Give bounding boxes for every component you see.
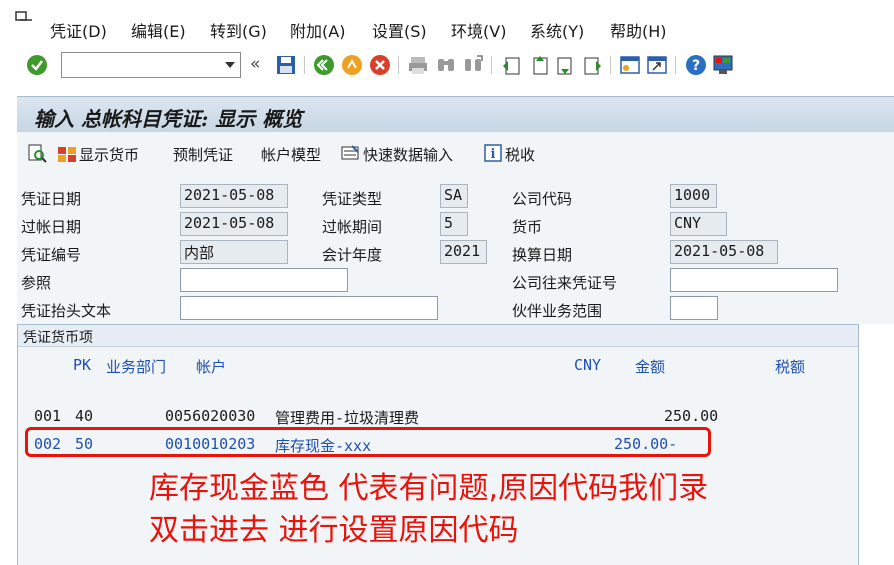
collapse-icon[interactable]: «	[250, 54, 260, 74]
print-icon[interactable]	[407, 54, 429, 76]
toolbar-separator	[491, 56, 492, 74]
tax-button[interactable]: 税收	[505, 144, 535, 165]
col-header-business-area: 业务部门	[106, 358, 167, 376]
doc-number-field[interactable]: 内部	[180, 240, 288, 264]
company-code-label: 公司代码	[512, 190, 573, 208]
highlight-box	[25, 427, 711, 457]
header-text-label: 凭证抬头文本	[21, 302, 112, 320]
layout-icon[interactable]	[712, 54, 734, 76]
panel-title: 凭证货币项	[23, 330, 93, 346]
cross-cc-label: 公司往来凭证号	[512, 274, 618, 292]
toolbar-separator	[610, 56, 611, 74]
doc-number-label: 凭证编号	[21, 246, 82, 264]
display-document-icon[interactable]	[27, 143, 47, 163]
menu-extras[interactable]: 附加(A)	[290, 18, 345, 42]
doc-type-field[interactable]: SA	[440, 184, 468, 208]
check-icon[interactable]	[26, 54, 48, 76]
right-margin	[859, 324, 894, 565]
menu-help[interactable]: 帮助(H)	[610, 18, 667, 42]
col-header-account: 帐户	[196, 358, 227, 376]
show-currency-button[interactable]: 显示货币	[79, 144, 139, 165]
account-model-button[interactable]: 帐户模型	[261, 144, 321, 165]
menu-environment[interactable]: 环境(V)	[451, 18, 506, 42]
toolbar-separator	[398, 56, 399, 74]
fast-entry-icon[interactable]	[340, 143, 360, 163]
menu-system[interactable]: 系统(Y)	[530, 18, 584, 42]
company-code-field[interactable]: 1000	[670, 184, 717, 208]
row-account[interactable]: 0056020030	[165, 407, 255, 425]
line-items-panel: 凭证货币项 PK 业务部门 帐户 CNY 金额 税额 001 40 005602…	[17, 324, 859, 565]
last-page-icon[interactable]	[582, 54, 604, 76]
period-field[interactable]: 5	[440, 212, 468, 236]
prev-page-icon[interactable]	[528, 54, 550, 76]
doc-date-label: 凭证日期	[21, 190, 82, 208]
trading-partner-label: 伙伴业务范围	[512, 302, 603, 320]
menu-bar: 凭证(D) 编辑(E) 转到(G) 附加(A) 设置(S) 环境(V) 系统(Y…	[0, 0, 894, 46]
command-field[interactable]	[61, 52, 241, 78]
col-header-tax: 税额	[775, 358, 806, 376]
title-bar: 输入 总帐科目凭证: 显示 概览	[17, 96, 894, 132]
row-line: 001	[34, 407, 62, 425]
menu-edit[interactable]: 编辑(E)	[131, 18, 186, 42]
currency-field[interactable]: CNY	[670, 212, 727, 236]
period-label: 过帐期间	[322, 218, 383, 236]
fiscal-year-field[interactable]: 2021	[440, 240, 487, 264]
fiscal-year-label: 会计年度	[322, 246, 383, 264]
page-title: 输入 总帐科目凭证: 显示 概览	[34, 107, 303, 131]
currency-icon[interactable]	[57, 143, 77, 163]
save-icon[interactable]	[275, 54, 297, 76]
fast-entry-button[interactable]: 快速数据输入	[363, 144, 453, 165]
currency-label: 货币	[512, 218, 543, 236]
reference-field[interactable]	[180, 268, 348, 292]
toolbar-separator	[304, 56, 305, 74]
col-header-amount: 金额	[635, 358, 666, 376]
doc-type-label: 凭证类型	[322, 190, 383, 208]
annotation-line-2: 双击进去 进行设置原因代码	[149, 513, 519, 548]
application-toolbar: 显示货币 预制凭证 帐户模型 快速数据输入 i 税收	[17, 132, 894, 176]
header-form: 凭证日期 2021-05-08 凭证类型 SA 公司代码 1000 过帐日期 2…	[17, 176, 894, 326]
row-amount: 250.00	[664, 407, 719, 425]
header-text-field[interactable]	[180, 296, 438, 320]
posting-date-label: 过帐日期	[21, 218, 82, 236]
standard-toolbar: « ?	[0, 46, 894, 84]
chevron-down-icon[interactable]	[225, 62, 235, 68]
info-icon[interactable]: i	[483, 143, 503, 163]
translation-date-label: 换算日期	[512, 246, 573, 264]
find-icon[interactable]	[435, 54, 457, 76]
system-menu-icon[interactable]	[14, 10, 34, 26]
shortcut-icon[interactable]	[646, 54, 668, 76]
svg-text:?: ?	[692, 58, 700, 74]
find-next-icon[interactable]	[462, 54, 484, 76]
menu-goto[interactable]: 转到(G)	[210, 18, 267, 42]
trading-partner-field[interactable]	[670, 296, 718, 320]
menu-document[interactable]: 凭证(D)	[50, 18, 107, 42]
posting-date-field[interactable]: 2021-05-08	[180, 212, 288, 236]
col-header-pk: PK	[73, 356, 92, 374]
exit-icon[interactable]	[341, 54, 363, 76]
annotation-line-1: 库存现金蓝色 代表有问题,原因代码我们录	[149, 471, 709, 506]
first-page-icon[interactable]	[500, 54, 522, 76]
next-page-icon[interactable]	[555, 54, 577, 76]
translation-date-field[interactable]: 2021-05-08	[670, 240, 778, 264]
park-document-button[interactable]: 预制凭证	[173, 144, 233, 165]
new-session-icon[interactable]	[619, 54, 641, 76]
items-list: PK 业务部门 帐户 CNY 金额 税额 001 40 0056020030 管…	[18, 347, 858, 565]
doc-date-field[interactable]: 2021-05-08	[180, 184, 288, 208]
row-text: 管理费用-垃圾清理费	[275, 409, 420, 427]
reference-label: 参照	[21, 274, 52, 292]
cross-cc-field[interactable]	[670, 268, 838, 292]
cancel-icon[interactable]	[369, 54, 391, 76]
svg-text:i: i	[491, 147, 496, 162]
panel-header: 凭证货币项	[18, 325, 858, 347]
help-icon[interactable]: ?	[685, 54, 707, 76]
back-icon[interactable]	[313, 54, 335, 76]
col-header-currency: CNY	[574, 356, 602, 374]
toolbar-separator	[675, 56, 676, 74]
row-pk: 40	[75, 407, 94, 425]
menu-settings[interactable]: 设置(S)	[372, 18, 427, 42]
